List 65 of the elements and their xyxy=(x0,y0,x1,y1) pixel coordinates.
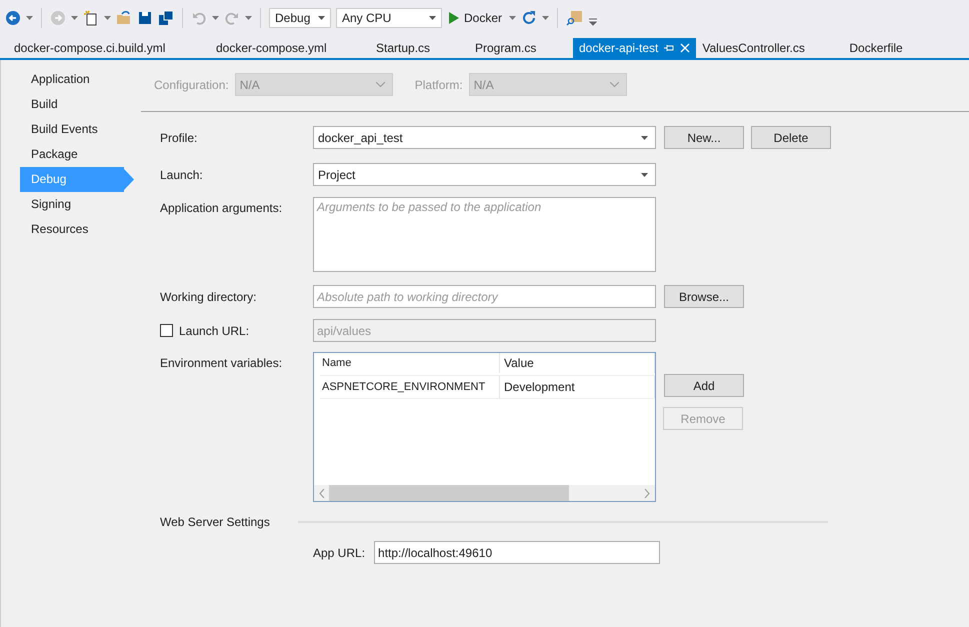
folder-search-icon[interactable] xyxy=(566,9,584,27)
arguments-field[interactable]: Arguments to be passed to the application xyxy=(313,197,656,272)
caret-icon[interactable] xyxy=(71,16,78,20)
caret-icon[interactable] xyxy=(26,16,33,20)
play-icon xyxy=(449,12,459,24)
checkbox-label: Launch URL: xyxy=(179,324,250,338)
sidebar-item[interactable]: Build Events xyxy=(20,117,135,142)
browse-button[interactable]: Browse... xyxy=(664,285,744,308)
column-header[interactable]: Name xyxy=(320,353,500,373)
sidebar-item[interactable]: Signing xyxy=(20,192,135,217)
run-button[interactable]: Docker xyxy=(447,11,504,25)
caret-icon xyxy=(641,136,648,140)
document-tab[interactable]: Startup.cs xyxy=(370,38,469,58)
delete-button[interactable]: Delete xyxy=(751,126,831,149)
caret-icon[interactable] xyxy=(509,16,516,20)
save-all-icon[interactable] xyxy=(158,10,174,26)
launch-url-checkbox[interactable] xyxy=(160,324,173,337)
document-tab[interactable]: docker-compose.yml xyxy=(210,38,370,58)
document-tab[interactable]: docker-api-test xyxy=(573,38,696,58)
configuration-dropdown[interactable]: Debug xyxy=(269,8,331,28)
open-folder-icon[interactable] xyxy=(116,10,132,26)
platform-label: Platform: xyxy=(414,78,463,92)
horizontal-scrollbar[interactable] xyxy=(314,485,655,501)
save-icon[interactable] xyxy=(137,10,153,26)
field-label: Application arguments: xyxy=(160,200,284,215)
scroll-right-icon[interactable] xyxy=(644,488,650,498)
app-url-field[interactable]: http://localhost:49610 xyxy=(374,541,660,564)
column-header[interactable]: Value xyxy=(500,353,655,373)
caret-icon xyxy=(429,16,436,20)
document-tab[interactable]: Dockerfile xyxy=(843,38,909,58)
sidebar-item[interactable]: Resources xyxy=(20,217,135,242)
new-button[interactable]: New... xyxy=(664,126,744,149)
add-button[interactable]: Add xyxy=(664,374,744,397)
document-tab[interactable]: ValuesController.cs xyxy=(696,38,844,58)
close-icon[interactable] xyxy=(680,43,690,53)
sidebar-item[interactable]: Build xyxy=(20,92,135,117)
field-label: Profile: xyxy=(160,130,198,144)
new-project-icon[interactable] xyxy=(83,10,99,26)
document-tab[interactable]: Program.cs xyxy=(469,38,573,58)
sidebar-item[interactable]: Package xyxy=(20,142,135,167)
caret-icon xyxy=(318,16,325,20)
launch-dropdown[interactable]: Project xyxy=(313,163,656,186)
caret-icon xyxy=(376,82,385,87)
sidebar-item[interactable]: Application xyxy=(20,67,135,92)
caret-icon[interactable] xyxy=(104,16,111,20)
overflow-icon[interactable] xyxy=(589,18,598,26)
caret-icon[interactable] xyxy=(245,16,252,20)
caret-icon[interactable] xyxy=(212,16,219,20)
field-label: Environment variables: xyxy=(160,355,284,370)
refresh-icon[interactable] xyxy=(521,10,538,26)
section-title: Web Server Settings xyxy=(160,515,271,529)
caret-icon[interactable] xyxy=(542,16,550,20)
caret-icon xyxy=(641,172,648,176)
table-cell: ASPNETCORE_ENVIRONMENT xyxy=(320,376,500,398)
caret-icon xyxy=(610,82,619,87)
profile-dropdown[interactable]: docker_api_test xyxy=(313,126,656,149)
field-label: Launch: xyxy=(160,168,204,182)
configuration-label: Configuration: xyxy=(154,78,229,92)
scroll-left-icon[interactable] xyxy=(319,488,325,498)
document-tab[interactable]: docker-compose.ci.build.yml xyxy=(8,38,210,58)
field-label: Working directory: xyxy=(160,290,258,304)
pin-icon[interactable] xyxy=(664,43,674,53)
table-cell: Development xyxy=(500,376,655,398)
platform-dropdown[interactable]: Any CPU xyxy=(336,8,442,28)
field-label: App URL: xyxy=(313,546,366,560)
